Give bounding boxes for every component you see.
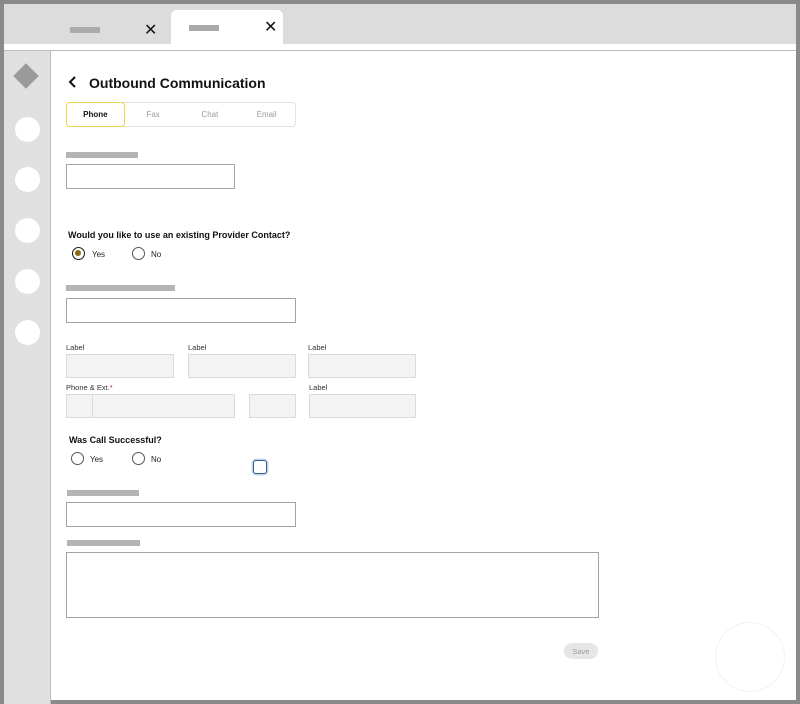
diamond-icon[interactable] [13, 63, 39, 89]
disabled-field-1 [66, 354, 174, 378]
channel-tabs: Phone Fax Chat Email [66, 102, 296, 127]
phone-ext-label: Phone & Ext.* [66, 383, 113, 392]
app-window: ✕ ✕ Outbound Communication Phone Fax Cha… [0, 0, 800, 704]
call-successful-question: Was Call Successful? [69, 435, 162, 445]
call-successful-yes-radio[interactable] [71, 452, 84, 465]
field-label: Label [188, 343, 207, 352]
rail-nav-item-1[interactable] [15, 117, 40, 142]
field-label: Label [308, 343, 327, 352]
tab-strip: ✕ ✕ [4, 4, 796, 44]
tab-fax[interactable]: Fax [125, 103, 182, 126]
existing-contact-yes-label: Yes [92, 250, 106, 259]
required-marker: * [109, 383, 113, 392]
field-label-placeholder [67, 490, 139, 496]
page-title: Outbound Communication [89, 75, 266, 91]
disabled-field-3 [308, 354, 416, 378]
existing-contact-no-label: No [151, 250, 162, 259]
field-label: Label [66, 343, 85, 352]
field-label: Label [309, 383, 328, 392]
call-successful-no-radio[interactable] [132, 452, 145, 465]
tab-phone[interactable]: Phone [66, 102, 125, 127]
notes-textarea[interactable] [66, 552, 599, 618]
floating-action-placeholder [715, 622, 785, 692]
disabled-field-2 [188, 354, 296, 378]
focused-checkbox[interactable] [253, 460, 267, 474]
phone-ext-text: Phone & Ext. [66, 383, 110, 392]
rail-nav-item-3[interactable] [15, 218, 40, 243]
field-label-placeholder [66, 152, 138, 158]
call-successful-no-label: No [151, 455, 162, 464]
save-button[interactable]: Save [564, 643, 598, 659]
left-rail [4, 51, 51, 704]
tab-chat[interactable]: Chat [182, 103, 239, 126]
phone-country-code-field [66, 394, 93, 418]
tab-title-placeholder [189, 25, 219, 31]
phone-number-field [92, 394, 235, 418]
close-icon[interactable]: ✕ [264, 20, 277, 36]
browser-tab-2[interactable]: ✕ [171, 10, 283, 44]
browser-tab-1[interactable]: ✕ [56, 12, 171, 44]
tab-title-placeholder [70, 27, 100, 33]
field-label-placeholder [67, 540, 140, 546]
existing-contact-question: Would you like to use an existing Provid… [68, 230, 291, 240]
disabled-field-4 [309, 394, 416, 418]
provider-contact-field[interactable] [66, 298, 296, 323]
close-icon[interactable]: ✕ [144, 23, 157, 39]
chevron-left-icon[interactable] [66, 75, 80, 89]
call-successful-yes-label: Yes [90, 455, 104, 464]
text-field-2[interactable] [66, 502, 296, 527]
existing-contact-yes-radio[interactable] [72, 247, 85, 260]
rail-nav-item-5[interactable] [15, 320, 40, 345]
existing-contact-no-radio[interactable] [132, 247, 145, 260]
tab-strip-divider [4, 50, 796, 51]
rail-nav-item-2[interactable] [15, 167, 40, 192]
text-field-1[interactable] [66, 164, 235, 189]
tab-email[interactable]: Email [238, 103, 295, 126]
phone-ext-field [249, 394, 296, 418]
field-label-placeholder [66, 285, 175, 291]
rail-nav-item-4[interactable] [15, 269, 40, 294]
